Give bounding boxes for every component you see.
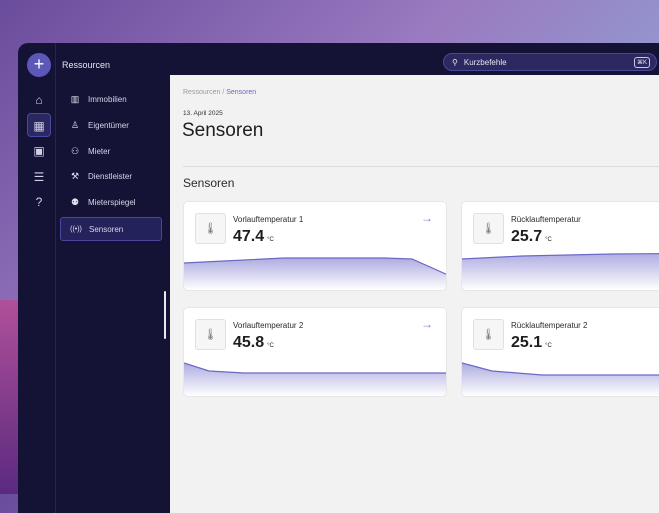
search-icon: ⚲ — [452, 57, 458, 67]
wallet-icon[interactable]: ▣ — [27, 139, 51, 163]
nav-item-label: Mieter — [88, 146, 111, 156]
resource-nav: Ressourcen ▥ Immobilien ♙ Eigentümer ⚇ Miet… — [56, 43, 170, 513]
sparkline-area — [184, 258, 446, 290]
sensor-name: Vorlauftemperatur 1 — [233, 215, 304, 224]
sensor-card[interactable]: 🌡︎ Vorlauftemperatur 2 45.8 °C → — [183, 307, 447, 397]
nav-scrollbar[interactable] — [164, 291, 166, 339]
value-number: 47.4 — [233, 228, 265, 245]
page-date: 13. April 2025 — [183, 110, 223, 117]
add-button[interactable]: + — [27, 53, 51, 77]
sensor-name: Vorlauftemperatur 2 — [233, 321, 304, 330]
icon-rail: + ⌂ ▦ ▣ ☰ ? — [18, 43, 56, 513]
value-unit: °C — [545, 237, 552, 243]
help-icon[interactable]: ? — [27, 190, 51, 214]
sensor-value: 47.4 °C — [233, 228, 274, 246]
nav-item-dienstleister[interactable]: ⚒ Dienstleister — [60, 164, 162, 188]
sensor-value: 25.7 °C — [511, 228, 552, 246]
sensor-card[interactable]: 🌡︎ Rücklauftemperatur 25.7 °C — [461, 201, 659, 291]
nav-item-sensoren[interactable]: ((•)) Sensoren — [60, 217, 162, 241]
grid-icon[interactable]: ▦ — [27, 113, 51, 137]
sparkline-area — [462, 253, 659, 290]
sparkline — [184, 362, 446, 396]
arrow-right-icon[interactable]: → — [421, 317, 433, 331]
sparkline-line — [184, 362, 446, 374]
sparkline-area — [184, 363, 446, 396]
thermometer-icon: 🌡︎ — [473, 213, 504, 244]
arrow-right-icon[interactable]: → — [421, 211, 433, 225]
building-icon: ▥ — [70, 93, 80, 104]
sensor-value: 25.1 °C — [511, 334, 552, 352]
nav-item-eigentuemer[interactable]: ♙ Eigentümer — [60, 113, 162, 137]
sparkline — [184, 257, 446, 290]
service-icon: ⚒ — [70, 170, 80, 181]
sparkline-area — [462, 363, 659, 396]
shortcut-badge: ⌘K — [633, 57, 650, 68]
search-placeholder: Kurzbefehle — [463, 57, 507, 67]
value-number: 45.8 — [233, 334, 265, 351]
sensor-name: Rücklauftemperatur — [511, 215, 581, 224]
group-icon: ⚉ — [70, 196, 80, 207]
divider — [183, 166, 659, 167]
sensor-value: 45.8 °C — [233, 334, 274, 352]
value-unit: °C — [267, 343, 274, 349]
value-number: 25.7 — [511, 228, 543, 245]
sensor-card[interactable]: 🌡︎ Vorlauftemperatur 1 47.4 °C → — [183, 201, 447, 291]
nav-item-label: Mieterspiegel — [88, 197, 136, 207]
home-icon[interactable]: ⌂ — [27, 88, 51, 112]
nav-item-label: Immobilien — [88, 94, 127, 104]
sparkline — [462, 252, 659, 290]
thermometer-icon: 🌡︎ — [195, 213, 226, 244]
nav-item-immobilien[interactable]: ▥ Immobilien — [60, 87, 162, 111]
users-icon: ⚇ — [70, 145, 80, 156]
search-input[interactable]: ⚲ Kurzbefehle ⌘K — [443, 53, 657, 71]
nav-item-mieterspiegel[interactable]: ⚉ Mieterspiegel — [60, 190, 162, 214]
value-number: 25.1 — [511, 334, 543, 351]
nav-item-label: Dienstleister — [88, 171, 133, 181]
thermometer-icon: 🌡︎ — [195, 319, 226, 350]
breadcrumb-root[interactable]: Ressourcen — [183, 89, 220, 96]
main-content: Ressourcen / Sensoren 13. April 2025 Sen… — [170, 75, 659, 513]
breadcrumb-current: Sensoren — [226, 89, 257, 96]
sliders-icon[interactable]: ☰ — [27, 165, 51, 189]
breadcrumb-separator: / — [222, 89, 225, 96]
sensor-icon: ((•)) — [70, 225, 82, 233]
thermometer-icon: 🌡︎ — [473, 319, 504, 350]
breadcrumb: Ressourcen / Sensoren — [183, 89, 256, 96]
nav-item-mieter[interactable]: ⚇ Mieter — [60, 139, 162, 163]
user-icon: ♙ — [70, 119, 80, 130]
page-title: Sensoren — [182, 120, 264, 141]
sensor-name: Rücklauftemperatur 2 — [511, 321, 588, 330]
app-window: + ⌂ ▦ ▣ ☰ ? Ressourcen ▥ Immobilien ♙ Eige… — [18, 43, 659, 513]
nav-item-label: Sensoren — [89, 224, 124, 234]
nav-item-label: Eigentümer — [88, 120, 129, 130]
sparkline — [462, 362, 659, 396]
value-unit: °C — [545, 343, 552, 349]
value-unit: °C — [267, 237, 274, 243]
nav-title: Ressourcen — [62, 60, 111, 70]
sensor-card[interactable]: 🌡︎ Rücklauftemperatur 2 25.1 °C — [461, 307, 659, 397]
section-title: Sensoren — [183, 176, 235, 190]
